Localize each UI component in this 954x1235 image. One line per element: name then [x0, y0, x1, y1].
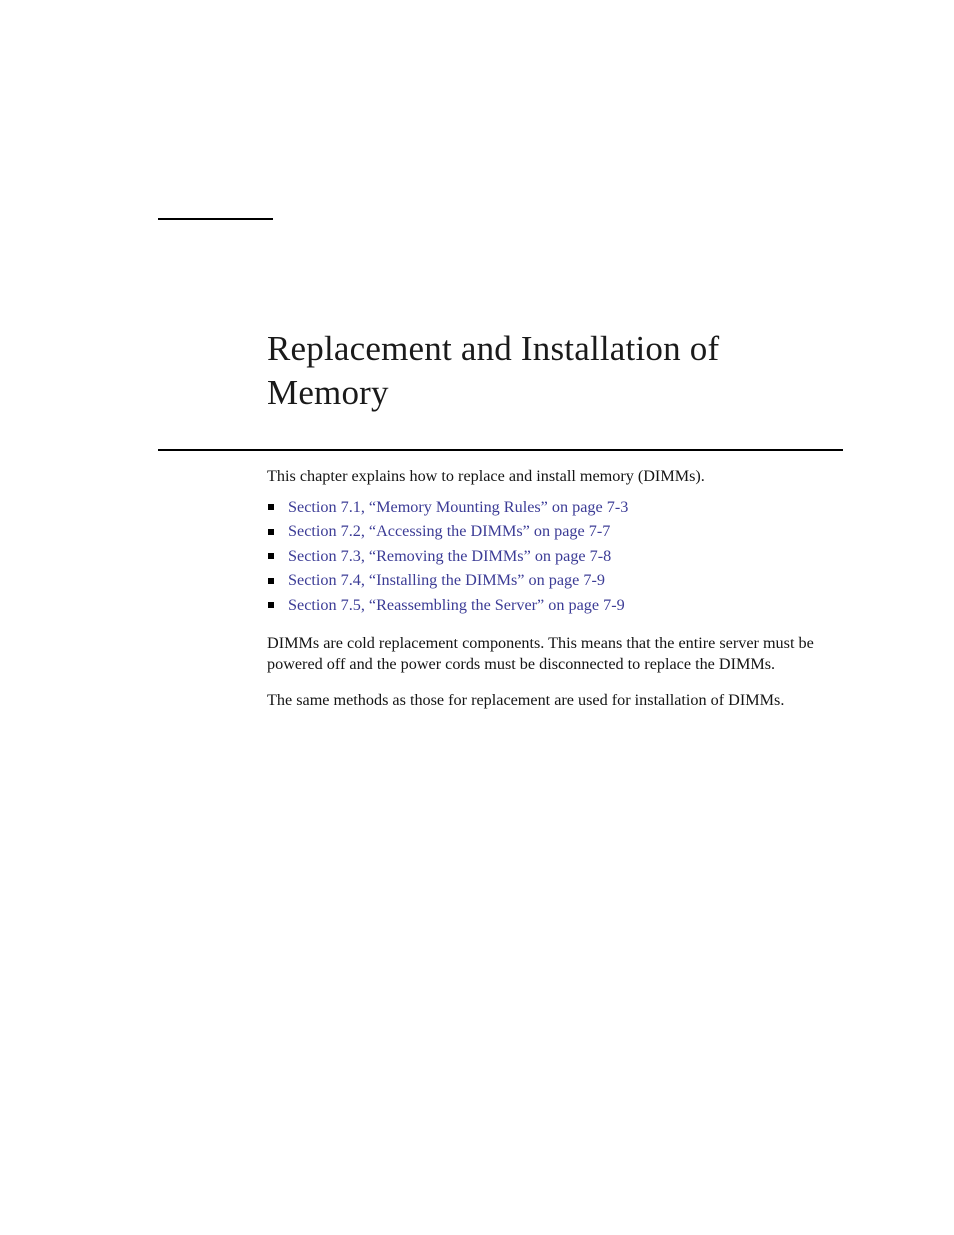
chapter-content: This chapter explains how to replace and…: [267, 466, 842, 711]
list-item: Section 7.2, “Accessing the DIMMs” on pa…: [267, 519, 842, 544]
intro-paragraph: This chapter explains how to replace and…: [267, 467, 705, 485]
section-link-7-5[interactable]: Section 7.5, “Reassembling the Server” o…: [288, 596, 625, 614]
section-link-7-1[interactable]: Section 7.1, “Memory Mounting Rules” on …: [288, 498, 628, 516]
section-link-7-3[interactable]: Section 7.3, “Removing the DIMMs” on pag…: [288, 547, 611, 565]
document-page: Replacement and Installation of Memory T…: [0, 0, 954, 1235]
list-item: Section 7.3, “Removing the DIMMs” on pag…: [267, 544, 842, 569]
square-bullet-icon: [268, 504, 274, 510]
list-item: Section 7.5, “Reassembling the Server” o…: [267, 593, 842, 618]
section-link-7-2[interactable]: Section 7.2, “Accessing the DIMMs” on pa…: [288, 522, 610, 540]
list-item: Section 7.1, “Memory Mounting Rules” on …: [267, 495, 842, 520]
square-bullet-icon: [268, 577, 274, 584]
body-paragraph-same-methods: The same methods as those for replacemen…: [267, 691, 785, 710]
title-divider-rule: [158, 449, 843, 451]
body-paragraph-cold-replacement: DIMMs are cold replacement components. T…: [267, 634, 814, 673]
section-link-list: Section 7.1, “Memory Mounting Rules” on …: [267, 495, 842, 618]
page-title: Replacement and Installation of Memory: [267, 329, 720, 412]
chapter-header-rule: [158, 218, 273, 220]
list-item: Section 7.4, “Installing the DIMMs” on p…: [267, 568, 842, 593]
section-link-7-4[interactable]: Section 7.4, “Installing the DIMMs” on p…: [288, 571, 605, 589]
square-bullet-icon: [268, 602, 274, 609]
square-bullet-icon: [268, 553, 274, 560]
square-bullet-icon: [268, 528, 274, 535]
